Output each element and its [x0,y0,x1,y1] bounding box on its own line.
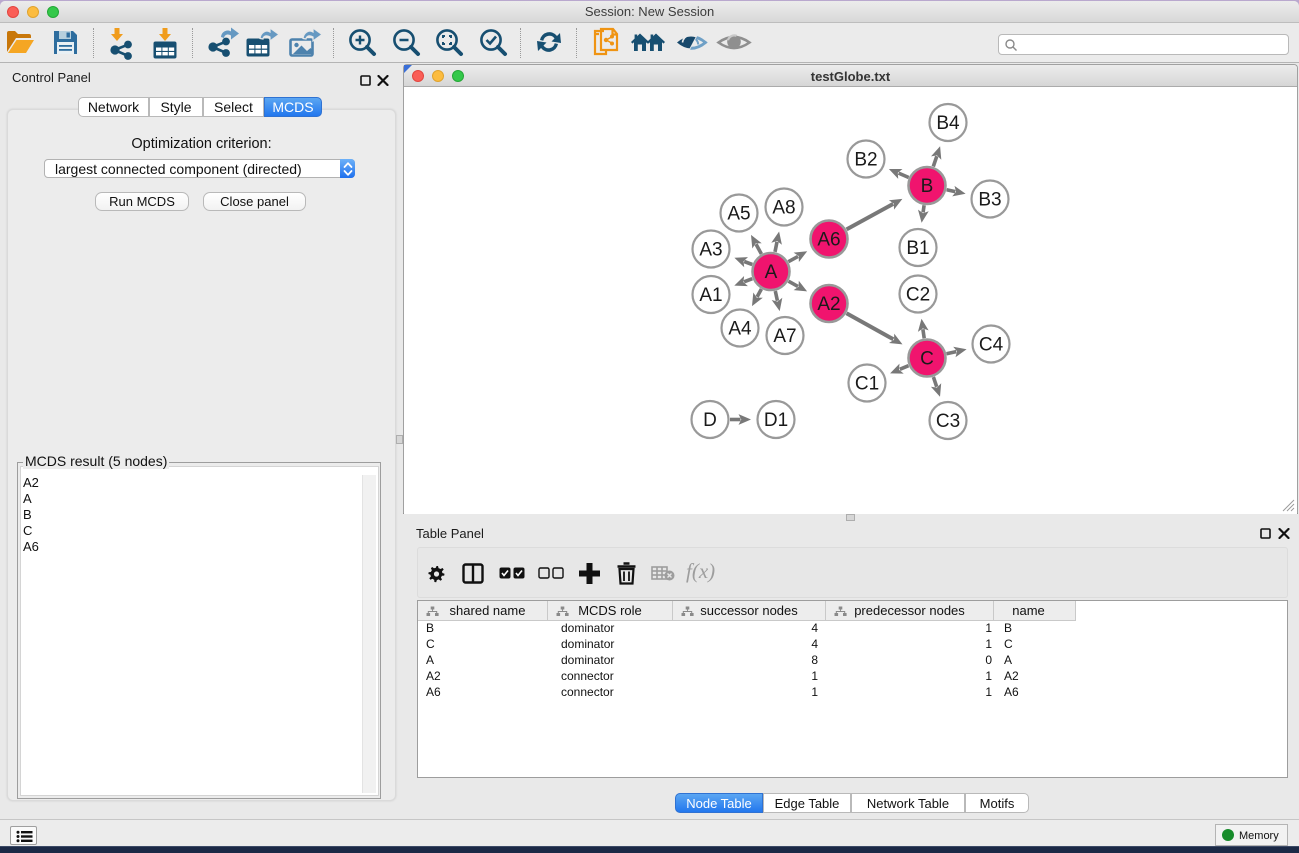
svg-text:A4: A4 [728,319,752,340]
svg-text:A1: A1 [699,285,722,306]
svg-text:C1: C1 [855,374,879,395]
svg-text:D: D [703,410,717,431]
svg-text:B2: B2 [854,150,877,171]
svg-text:A8: A8 [772,198,795,219]
svg-text:C4: C4 [979,335,1004,356]
svg-text:B1: B1 [906,238,929,259]
svg-text:C3: C3 [936,411,960,432]
svg-text:A: A [765,262,778,283]
svg-text:B: B [921,176,934,197]
svg-text:C2: C2 [906,285,930,306]
svg-text:D1: D1 [764,410,788,431]
svg-text:A5: A5 [727,204,750,225]
svg-text:C: C [920,349,934,370]
svg-text:A3: A3 [699,240,722,261]
svg-text:B4: B4 [936,113,960,134]
svg-text:A2: A2 [817,294,840,315]
svg-text:A7: A7 [773,326,796,347]
svg-text:B3: B3 [978,190,1001,211]
svg-text:A6: A6 [817,230,840,251]
